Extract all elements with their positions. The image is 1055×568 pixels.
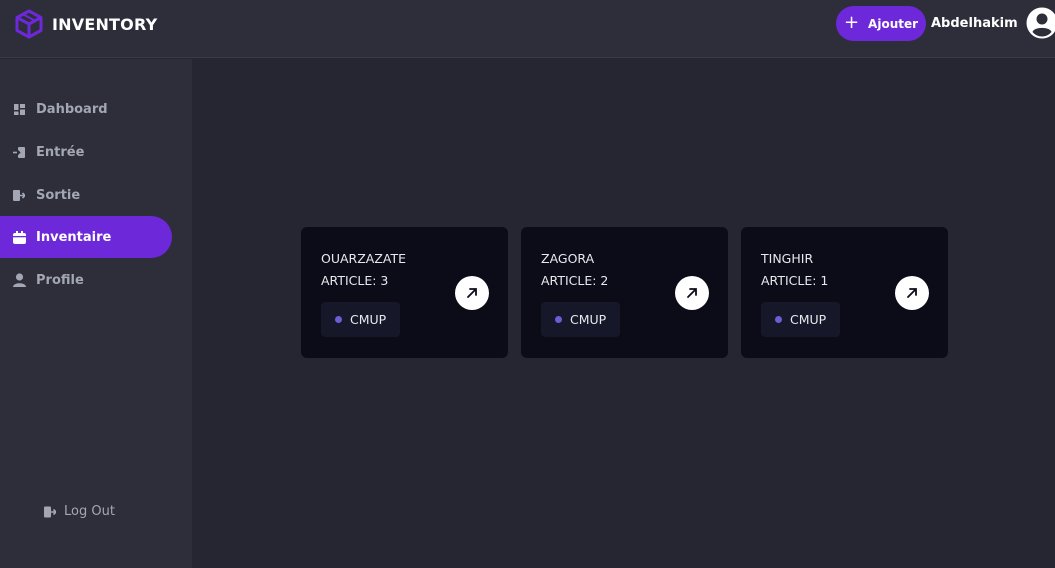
sidebar-item-label: Inventaire	[36, 229, 112, 245]
sidebar-item-entree[interactable]: Entrée	[0, 131, 172, 173]
user-name: Abdelhakim	[931, 15, 1018, 31]
add-button[interactable]: + Ajouter	[836, 6, 926, 41]
location-card: OUARZAZATE ARTICLE: 3 CMUP	[301, 227, 508, 358]
logout-icon	[12, 188, 26, 202]
sidebar-item-sortie[interactable]: Sortie	[0, 174, 172, 216]
add-button-label: Ajouter	[868, 16, 919, 31]
card-title: OUARZAZATE	[321, 251, 407, 266]
open-card-button[interactable]	[455, 276, 489, 310]
method-badge: CMUP	[761, 302, 841, 337]
card-title: TINGHIR	[761, 251, 814, 266]
card-article-count: ARTICLE: 1	[761, 273, 829, 288]
login-icon	[12, 145, 26, 159]
logout-button[interactable]: Log Out	[44, 504, 115, 519]
dashboard-icon	[12, 102, 26, 116]
avatar-icon	[1026, 7, 1055, 39]
plus-icon: +	[843, 11, 860, 33]
sidebar-item-label: Entrée	[36, 144, 85, 160]
top-bar: INVENTORY + Ajouter Abdelhakim	[0, 0, 1055, 58]
badge-label: CMUP	[350, 312, 387, 327]
app-name: INVENTORY	[52, 14, 158, 34]
open-card-button[interactable]	[895, 276, 929, 310]
dot-icon	[775, 316, 782, 323]
dot-icon	[555, 316, 562, 323]
arrow-up-right-icon	[467, 288, 477, 298]
calendar-icon	[12, 230, 26, 244]
sidebar-item-label: Dahboard	[36, 101, 108, 117]
cube-logo-icon	[15, 9, 43, 39]
method-badge: CMUP	[541, 302, 621, 337]
badge-label: CMUP	[570, 312, 607, 327]
method-badge: CMUP	[321, 302, 401, 337]
logout-label: Log Out	[64, 504, 115, 519]
user-menu[interactable]: Abdelhakim	[931, 7, 1055, 39]
open-card-button[interactable]	[675, 276, 709, 310]
sidebar-item-dashboard[interactable]: Dahboard	[0, 88, 172, 130]
badge-label: CMUP	[790, 312, 827, 327]
location-card: ZAGORA ARTICLE: 2 CMUP	[521, 227, 728, 358]
arrow-up-right-icon	[687, 288, 697, 298]
sidebar-item-label: Profile	[36, 272, 84, 288]
brand[interactable]: INVENTORY	[14, 9, 157, 39]
sidebar-item-label: Sortie	[36, 187, 81, 203]
sidebar-item-inventaire[interactable]: Inventaire	[0, 216, 172, 258]
dot-icon	[335, 316, 342, 323]
user-icon	[12, 273, 26, 287]
card-title: ZAGORA	[541, 251, 595, 266]
sidebar: Dahboard Entrée Sortie Inventaire Profil…	[0, 59, 192, 568]
location-card: TINGHIR ARTICLE: 1 CMUP	[741, 227, 948, 358]
sidebar-item-profile[interactable]: Profile	[0, 259, 172, 301]
arrow-up-right-icon	[907, 288, 917, 298]
logout-icon	[44, 506, 56, 517]
card-article-count: ARTICLE: 2	[541, 273, 609, 288]
card-article-count: ARTICLE: 3	[321, 273, 389, 288]
